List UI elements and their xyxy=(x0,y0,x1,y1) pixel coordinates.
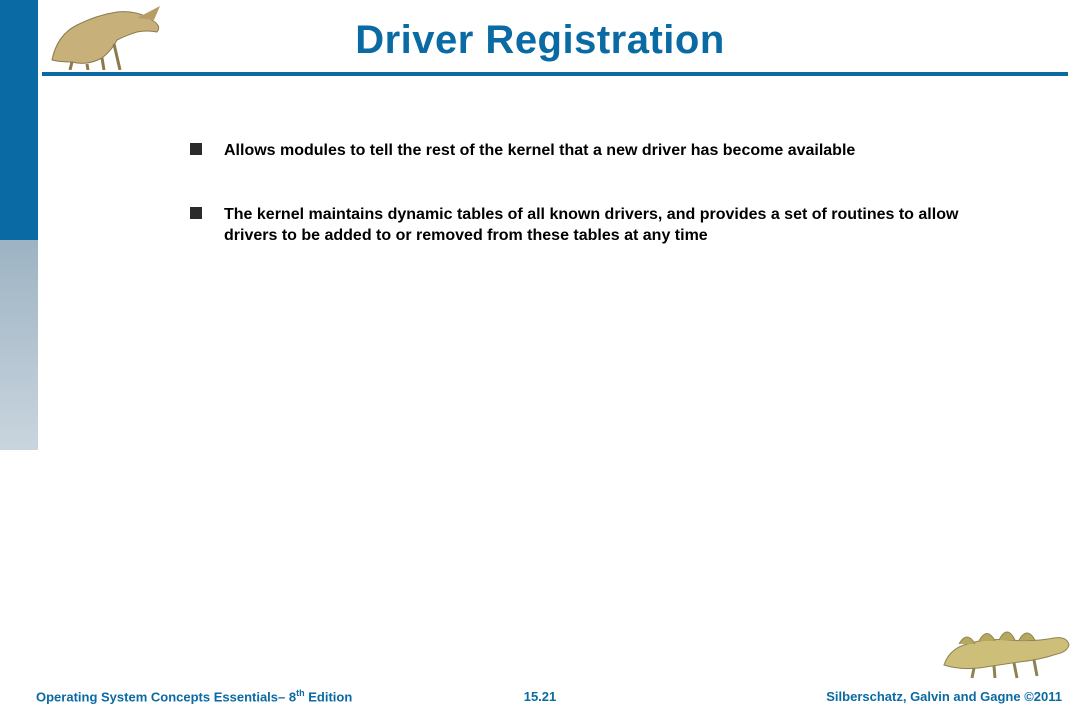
bullet-list: Allows modules to tell the rest of the k… xyxy=(190,140,1000,289)
dinosaur-bottom-icon xyxy=(939,610,1074,680)
title-underline xyxy=(42,72,1068,76)
list-item: Allows modules to tell the rest of the k… xyxy=(190,140,1000,162)
bullet-text: Allows modules to tell the rest of the k… xyxy=(224,140,1000,162)
left-ribbon-mid xyxy=(0,240,38,450)
slide-title: Driver Registration xyxy=(0,18,1080,63)
bullet-text: The kernel maintains dynamic tables of a… xyxy=(224,204,1000,247)
square-bullet-icon xyxy=(190,143,202,155)
square-bullet-icon xyxy=(190,207,202,219)
slide: Driver Registration Allows modules to te… xyxy=(0,0,1080,720)
footer-right: Silberschatz, Galvin and Gagne ©2011 xyxy=(826,689,1062,704)
list-item: The kernel maintains dynamic tables of a… xyxy=(190,204,1000,247)
